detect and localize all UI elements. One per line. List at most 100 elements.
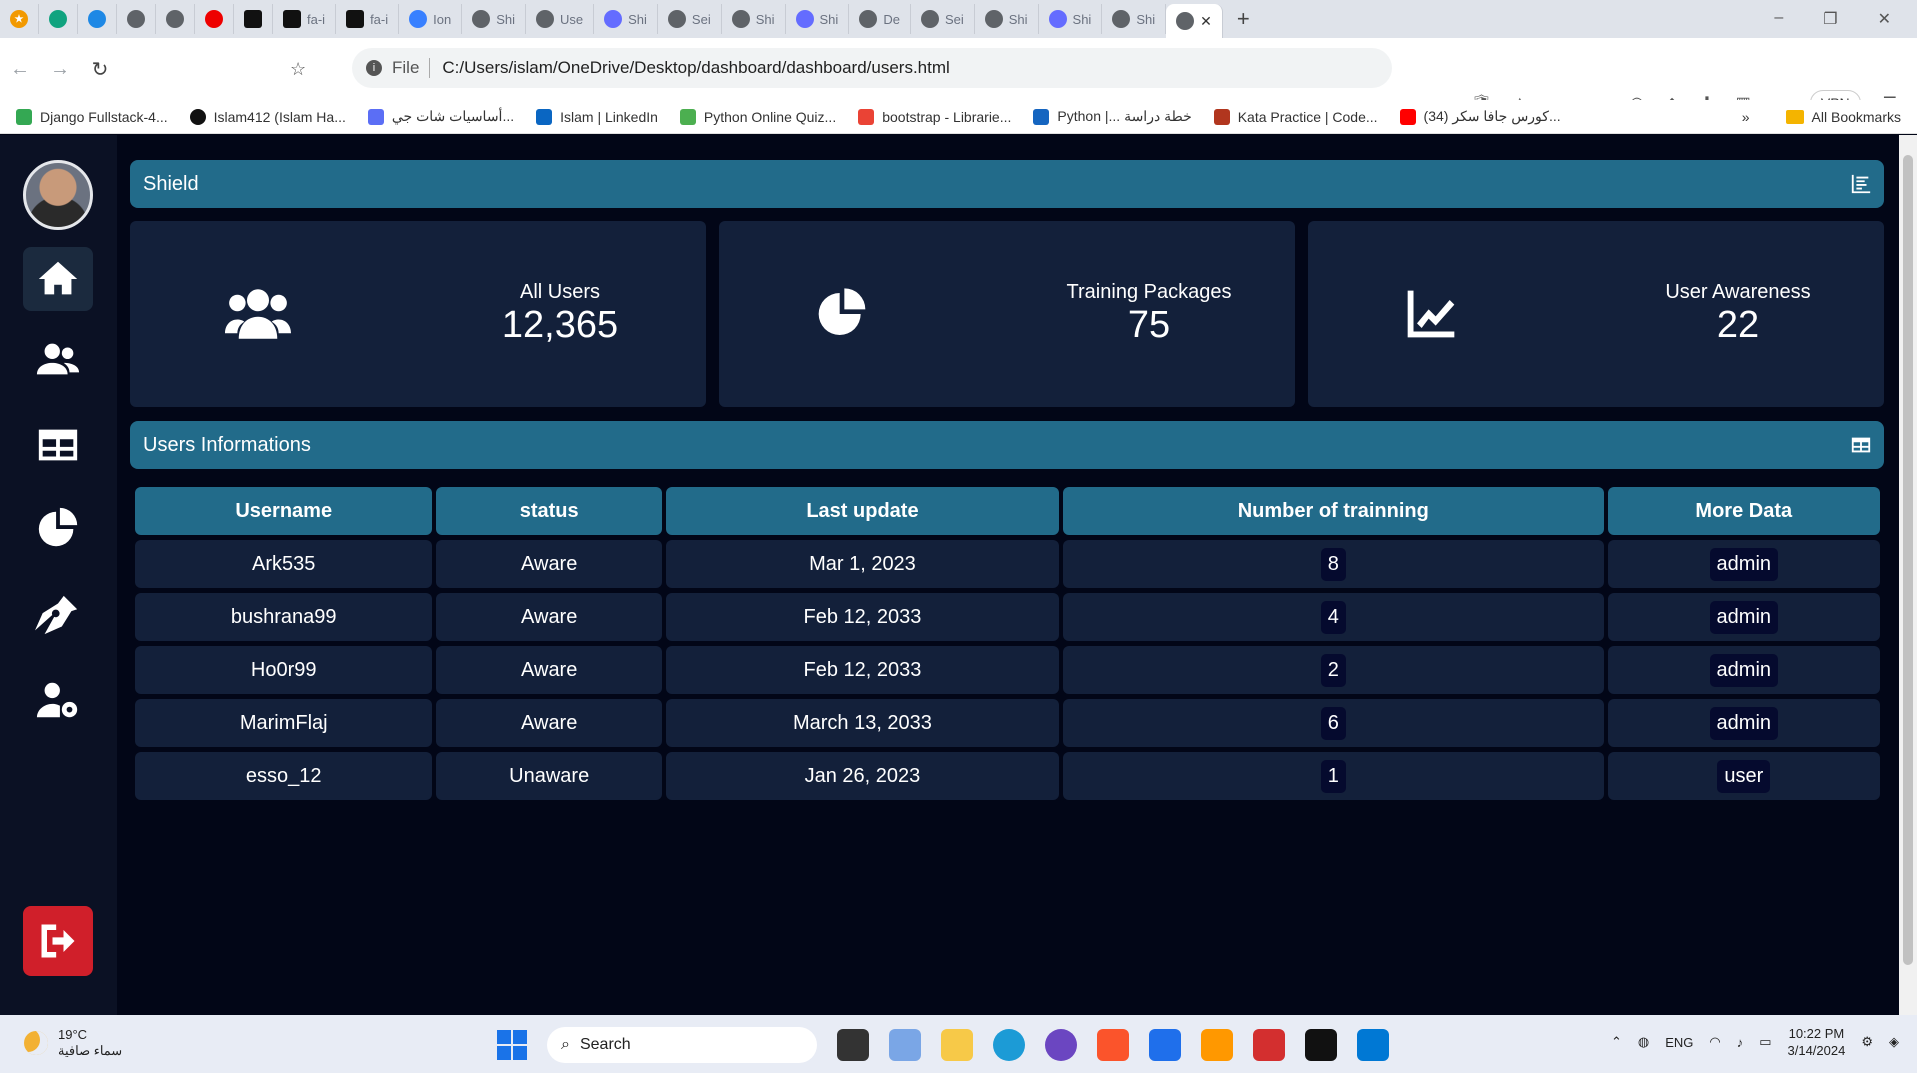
column-header-more-data[interactable]: More Data (1607, 487, 1880, 535)
vscode-icon[interactable] (1357, 1029, 1389, 1061)
sidebar-item-table[interactable] (23, 413, 93, 477)
network-app-icon[interactable]: ◍ (1638, 1034, 1649, 1050)
bookmark-item[interactable]: Django Fullstack-4... (16, 108, 168, 125)
header-bar: Shield (130, 160, 1884, 208)
info-icon[interactable]: i (366, 60, 382, 76)
browser-tab[interactable]: Ion (399, 4, 463, 34)
bookmark-item[interactable]: Islam | LinkedIn (536, 108, 658, 125)
browser-tab[interactable]: Shi (722, 4, 786, 34)
snipping-tool-icon[interactable] (889, 1029, 921, 1061)
sidebar-item-users[interactable] (23, 327, 93, 391)
bookmark-page-icon[interactable]: ☆ (290, 59, 306, 80)
taskbar-search[interactable]: ⌕ Search (547, 1027, 817, 1063)
chevron-more-icon[interactable]: » (1742, 109, 1750, 125)
role-badge[interactable]: admin (1709, 653, 1779, 687)
globe-icon (920, 10, 939, 28)
bookmark-item[interactable]: أساسيات شات جي... (367, 108, 514, 125)
browser-tab[interactable]: Shi (1102, 4, 1167, 34)
reload-icon[interactable]: ↻ (80, 57, 120, 82)
all-bookmarks-button[interactable]: » All Bookmarks (1742, 109, 1901, 125)
edge-icon[interactable] (993, 1029, 1025, 1061)
copilot-icon[interactable]: ◈ (1889, 1034, 1899, 1050)
new-tab-button[interactable]: + (1223, 6, 1264, 32)
section-bar: Users Informations (130, 421, 1884, 469)
browser-tab[interactable] (39, 4, 78, 34)
app-icon[interactable] (1045, 1029, 1077, 1061)
language-indicator[interactable]: ENG (1665, 1035, 1693, 1050)
column-header-last-update[interactable]: Last update (665, 487, 1059, 535)
clock-date: 3/14/2024 (1787, 1043, 1846, 1058)
sublime-icon[interactable] (1201, 1029, 1233, 1061)
browser-tab[interactable]: Sei (658, 4, 722, 34)
codewars-icon (1213, 108, 1230, 125)
browser-tab[interactable]: Shi (462, 4, 526, 34)
browser-tab[interactable]: Shi (594, 4, 658, 34)
volume-icon[interactable]: ♪ (1737, 1035, 1744, 1050)
store-icon[interactable] (1149, 1029, 1181, 1061)
browser-tab[interactable]: Shi (975, 4, 1039, 34)
role-badge[interactable]: admin (1709, 600, 1779, 634)
battery-icon[interactable]: ▭ (1759, 1034, 1771, 1050)
browser-tab[interactable] (234, 4, 273, 34)
bookmark-item[interactable]: Python |... خطة دراسة (1033, 108, 1192, 125)
browser-tab[interactable]: Shi (786, 4, 850, 34)
browser-tab[interactable]: ★ (0, 4, 39, 34)
sidebar-item-edit[interactable] (23, 583, 93, 647)
bookmark-item[interactable]: Python Online Quiz... (679, 108, 836, 125)
role-badge[interactable]: admin (1709, 547, 1779, 581)
back-icon[interactable]: ← (0, 58, 40, 81)
notifications-icon[interactable]: ⚙ (1861, 1034, 1873, 1050)
minimize-icon[interactable]: – (1774, 9, 1783, 29)
logout-button[interactable] (23, 906, 93, 976)
bookmark-item[interactable]: Islam412 (Islam Ha... (189, 108, 346, 125)
browser-tab[interactable]: Sei (911, 4, 975, 34)
file-explorer-icon[interactable] (941, 1029, 973, 1061)
column-header-username[interactable]: Username (135, 487, 433, 535)
chevron-up-icon[interactable]: ⌃ (1611, 1034, 1622, 1050)
github-desktop-icon[interactable] (1305, 1029, 1337, 1061)
weather-widget[interactable]: 19°C سماء صافية (24, 1027, 122, 1059)
browser-tab[interactable] (195, 4, 234, 34)
clock[interactable]: 10:22 PM 3/14/2024 (1788, 1025, 1846, 1059)
brave-icon[interactable] (1097, 1029, 1129, 1061)
browser-tab[interactable]: fa-i (336, 4, 400, 34)
bookmark-item[interactable]: bootstrap - Librarie... (858, 108, 1011, 125)
column-header-status[interactable]: status (436, 487, 662, 535)
role-badge[interactable]: admin (1709, 706, 1779, 740)
pie-chart-icon (38, 507, 78, 547)
task-view-icon[interactable] (837, 1029, 869, 1061)
column-header-trainings[interactable]: Number of trainning (1062, 487, 1604, 535)
sidebar-item-user-settings[interactable] (23, 668, 93, 732)
scrollbar-thumb[interactable] (1903, 155, 1913, 965)
browser-tab[interactable]: Use (526, 4, 595, 34)
browser-tab[interactable] (156, 4, 195, 34)
forward-icon[interactable]: → (40, 58, 80, 81)
wifi-icon[interactable]: ◠ (1709, 1034, 1720, 1050)
sidebar-item-charts[interactable] (23, 497, 93, 561)
role-badge[interactable]: user (1717, 759, 1771, 793)
browser-tab-active[interactable]: ✕ (1166, 4, 1223, 38)
chart-bar-icon[interactable] (1850, 173, 1872, 195)
page-scrollbar[interactable] (1899, 135, 1917, 1015)
cell-username: Ho0r99 (135, 646, 433, 694)
app-icon[interactable] (1253, 1029, 1285, 1061)
browser-tab[interactable] (117, 4, 156, 34)
bookmark-item[interactable]: (34) كورس جافا سكر... (1399, 108, 1561, 125)
ionic-icon (409, 10, 428, 28)
close-window-icon[interactable]: ✕ (1878, 9, 1891, 29)
sidebar-item-home[interactable] (23, 247, 93, 311)
windows-start-icon[interactable] (497, 1030, 527, 1060)
browser-tab[interactable]: De (849, 4, 911, 34)
address-bar[interactable]: i File C:/Users/islam/OneDrive/Desktop/d… (352, 48, 1392, 88)
browser-tab[interactable] (78, 4, 117, 34)
maximize-icon[interactable]: ❐ (1823, 9, 1837, 29)
close-tab-icon[interactable]: ✕ (1200, 13, 1212, 30)
table-icon[interactable] (1850, 434, 1872, 456)
browser-tab[interactable]: Shi (1039, 4, 1103, 34)
browser-tab[interactable]: fa-i (273, 4, 337, 34)
bookmark-item[interactable]: Kata Practice | Code... (1213, 108, 1378, 125)
tab-title: Sei (944, 11, 964, 27)
avatar[interactable] (23, 160, 93, 230)
cell-status: Unaware (436, 752, 662, 800)
url-text[interactable]: C:/Users/islam/OneDrive/Desktop/dashboar… (442, 58, 949, 78)
